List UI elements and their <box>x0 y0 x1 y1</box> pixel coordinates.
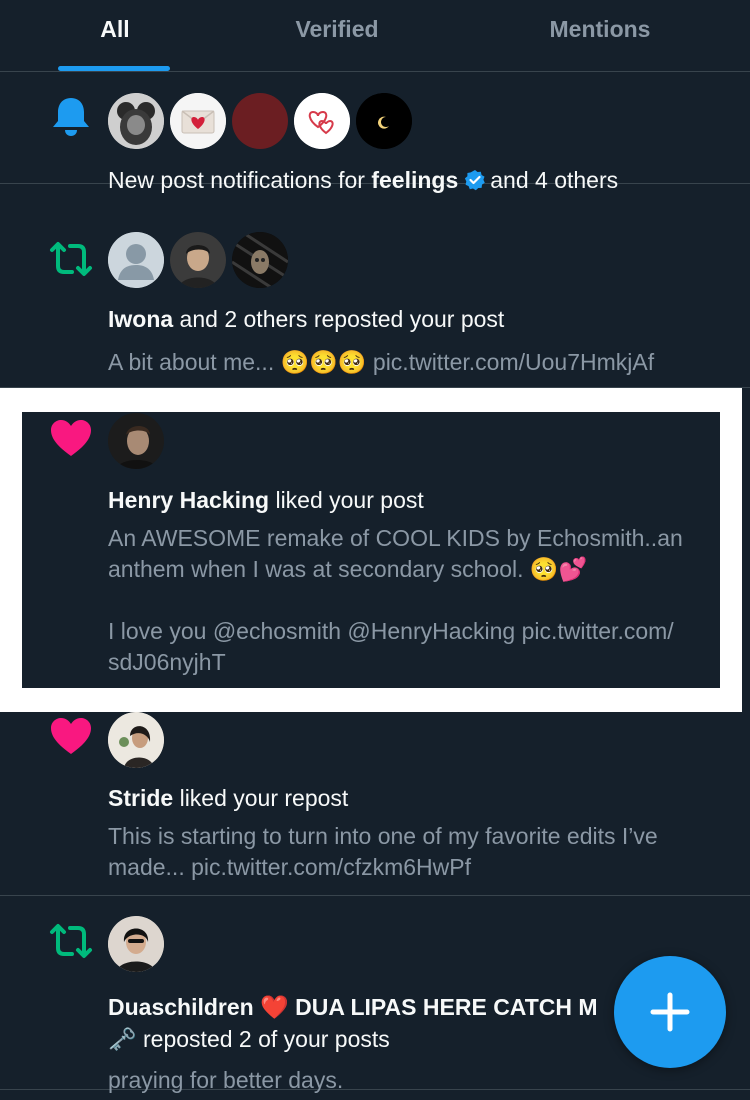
notification-item[interactable]: Stride liked your repost This is startin… <box>0 712 750 896</box>
avatar[interactable] <box>232 232 288 288</box>
tab-all[interactable]: All <box>60 14 170 44</box>
notification-title: Iwona and 2 others reposted your post <box>108 306 505 332</box>
account-name[interactable]: Stride <box>108 785 173 811</box>
avatar[interactable] <box>108 916 164 972</box>
avatar-group <box>108 712 164 768</box>
avatar[interactable] <box>108 232 164 288</box>
avatar-group <box>108 916 164 972</box>
post-preview[interactable]: praying for better days. <box>108 1065 718 1096</box>
avatar[interactable] <box>170 93 226 149</box>
post-preview[interactable]: This is starting to turn into one of my … <box>108 821 718 883</box>
notification-title: Henry Hacking liked your post <box>108 487 424 513</box>
notification-title: Duaschildren ❤️ DUA LIPAS HERE CATCH M <box>108 992 598 1022</box>
notification-item[interactable]: New post notifications for feelings and 4… <box>0 72 750 193</box>
avatar[interactable] <box>232 93 288 149</box>
compose-button[interactable] <box>614 956 726 1068</box>
heart-icon <box>51 718 91 754</box>
account-name[interactable]: Henry Hacking <box>108 487 269 513</box>
avatar-group <box>108 232 288 288</box>
post-preview[interactable]: A bit about me... 🥺🥺🥺 pic.twitter.com/Uo… <box>108 347 718 378</box>
repost-icon <box>50 242 92 276</box>
avatar-group <box>108 93 412 149</box>
avatar-group <box>108 413 164 469</box>
avatar[interactable] <box>356 93 412 149</box>
notification-tabs: All Verified Mentions <box>0 0 750 72</box>
bell-icon <box>53 98 89 136</box>
tab-verified[interactable]: Verified <box>262 14 412 44</box>
avatar[interactable] <box>108 712 164 768</box>
avatar[interactable] <box>170 232 226 288</box>
plus-icon <box>650 992 690 1032</box>
avatar[interactable] <box>108 93 164 149</box>
tab-mentions[interactable]: Mentions <box>505 14 695 44</box>
account-name[interactable]: Duaschildren ❤️ DUA LIPAS HERE CATCH M <box>108 994 598 1020</box>
notification-action: 🗝️ reposted 2 of your posts <box>108 1026 390 1052</box>
repost-icon <box>50 924 92 958</box>
notification-item[interactable]: Henry Hacking liked your post An AWESOME… <box>0 388 750 712</box>
notification-title: Stride liked your repost <box>108 785 349 811</box>
avatar[interactable] <box>108 413 164 469</box>
post-preview[interactable]: An AWESOME remake of COOL KIDS by Echosm… <box>108 523 718 678</box>
notification-item[interactable]: Iwona and 2 others reposted your post A … <box>0 184 750 388</box>
heart-icon <box>51 420 91 456</box>
active-tab-indicator <box>58 66 170 71</box>
account-name[interactable]: Iwona <box>108 306 173 332</box>
avatar[interactable] <box>294 93 350 149</box>
